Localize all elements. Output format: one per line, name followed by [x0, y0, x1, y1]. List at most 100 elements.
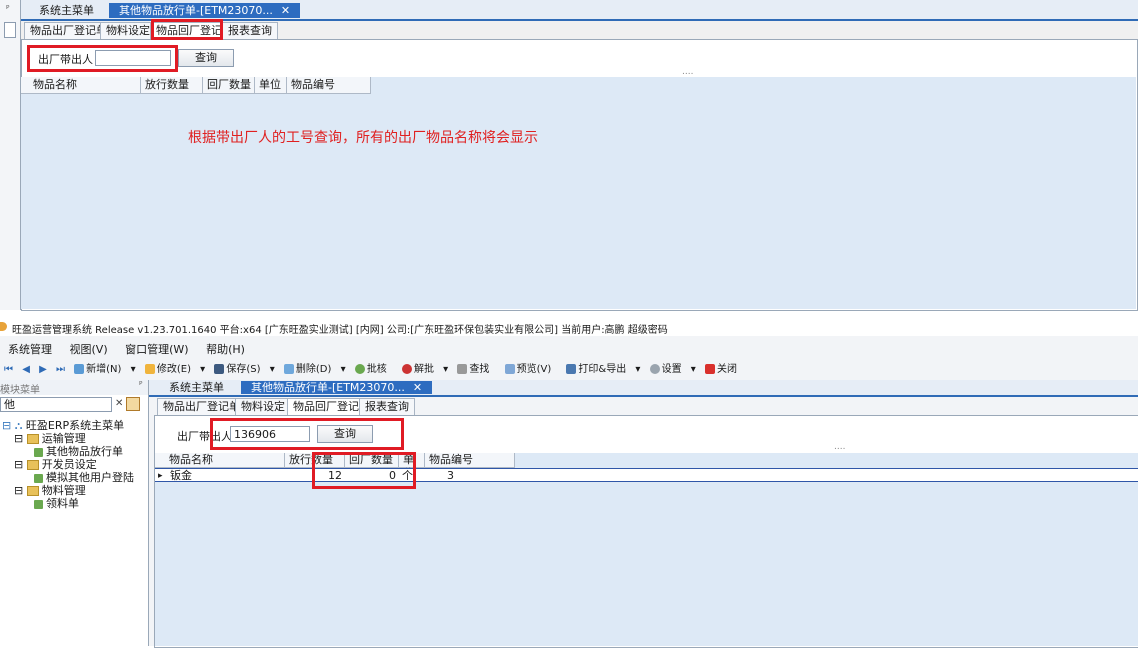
nav-next-icon[interactable]: ▶ [39, 364, 47, 375]
sidebar-header-label: 模块菜单 [0, 385, 40, 396]
tree-collapse-icon: ⊟ [14, 432, 27, 445]
row-item-code[interactable]: 3 [444, 469, 514, 483]
toolbar-save-label: 保存(S) [226, 364, 261, 375]
top-annotation-text: 根据带出厂人的工号查询，所有的出厂物品名称将会显示 [188, 130, 538, 146]
toolbar-edit-label: 修改(E) [156, 364, 191, 375]
toolbar-new-label: 新增(N) [86, 364, 122, 375]
top-subtab-outbound-label: 物品出厂登记单 [30, 24, 107, 37]
nav-prev-icon[interactable]: ◀ [22, 364, 30, 375]
top-tab-main-menu-label: 系统主菜单 [39, 4, 94, 17]
app-title-text: 旺盈运营管理系统 Release v1.23.701.1640 平台:x64 [… [12, 325, 668, 336]
module-sidebar: 模块菜单 ᴾ 他 ✕ ⊟ ⛬ 旺盈ERP系统主菜单 ⊟ 运输管理 其他物品放行单… [0, 380, 149, 646]
sidebar-user-icon[interactable] [126, 397, 140, 411]
top-col-item-code[interactable]: 物品编号 [287, 77, 371, 93]
toolbar-close-button[interactable]: 关闭 [705, 364, 743, 375]
sidebar-header: 模块菜单 ᴾ [0, 380, 148, 396]
toolbar-save-button[interactable]: 保存(S) ▾ [214, 364, 275, 375]
toolbar-new-button[interactable]: 新增(N) ▾ [74, 364, 136, 375]
bottom-subtab-outbound[interactable]: 物品出厂登记单 [157, 398, 246, 416]
bottom-col-item-code[interactable]: 物品编号 [425, 453, 515, 467]
top-subtab-report-label: 报表查询 [228, 24, 272, 37]
top-tab-main-menu[interactable]: 系统主菜单 [29, 3, 104, 18]
app-title-bar: 旺盈运营管理系统 Release v1.23.701.1640 平台:x64 [… [0, 318, 1138, 336]
nav-last-icon[interactable]: ⏭ [56, 364, 65, 375]
top-pin-icon[interactable]: ᴾ [6, 5, 9, 15]
bottom-splitter-dots[interactable]: .... [834, 442, 845, 452]
bottom-subtab-return[interactable]: 物品回厂登记 [287, 398, 365, 416]
bottom-tab-main-menu-label: 系统主菜单 [169, 381, 224, 394]
top-subtab-material[interactable]: 物料设定 [100, 22, 156, 40]
sidebar-search-clear-icon[interactable]: ✕ [115, 398, 123, 409]
top-highlight-subtab [151, 19, 223, 40]
top-tab-release-form-label: 其他物品放行单-[ETM23070... [119, 4, 273, 17]
top-col-item-name[interactable]: 物品名称 [29, 77, 141, 93]
top-splitter-dots[interactable]: .... [682, 67, 693, 77]
approve-icon [354, 364, 365, 374]
bottom-tab-close-icon[interactable]: ✕ [413, 381, 422, 394]
bottom-subtab-return-label: 物品回厂登记 [293, 400, 359, 413]
toolbar-settings-button[interactable]: 设置 ▾ [649, 364, 696, 375]
toolbar-preview-label: 预览(V) [516, 364, 552, 375]
top-tab-close-icon[interactable]: ✕ [281, 4, 290, 17]
menu-window[interactable]: 窗口管理(W) [125, 343, 188, 356]
edit-icon [144, 364, 155, 374]
top-doc-tabstrip: 系统主菜单 其他物品放行单-[ETM23070... ✕ [21, 0, 1138, 21]
toolbar-unapprove-button[interactable]: 解批 ▾ [402, 364, 448, 375]
preview-icon [504, 364, 515, 374]
sidebar-pin-icon[interactable]: ᴾ [139, 381, 142, 391]
toolbar-approve-label: 批核 [366, 364, 387, 375]
toolbar-edit-button[interactable]: 修改(E) ▾ [144, 364, 205, 375]
top-subtab-report[interactable]: 报表查询 [222, 22, 278, 40]
tree-collapse-icon: ⊟ [14, 484, 27, 497]
bottom-highlight-carrier [210, 418, 404, 450]
toolbar-preview-button[interactable]: 预览(V) [504, 364, 558, 375]
sidebar-search-input[interactable]: 他 [0, 397, 112, 412]
toolbar-find-button[interactable]: 查找 [457, 364, 495, 375]
top-tab-release-form[interactable]: 其他物品放行单-[ETM23070... ✕ [109, 3, 301, 18]
top-highlight-carrier [27, 45, 178, 72]
print-icon [566, 364, 577, 374]
find-icon [457, 364, 468, 374]
top-grid: 物品名称 放行数量 回厂数量 单位 物品编号 [21, 77, 1136, 309]
bottom-highlight-qty [312, 452, 416, 489]
bottom-subtab-outbound-label: 物品出厂登记单 [163, 400, 240, 413]
delete-icon [283, 364, 294, 374]
menu-system[interactable]: 系统管理 [8, 343, 52, 356]
toolbar-delete-button[interactable]: 删除(D) ▾ [283, 364, 346, 375]
top-col-return-qty[interactable]: 回厂数量 [203, 77, 255, 93]
bottom-grid: 物品名称 放行数量 回厂数量 单位 物品编号 ▸ 钣金 12 0 个 3 [155, 453, 1138, 646]
toolbar-approve-button[interactable]: 批核 [354, 364, 393, 375]
toolbar-print-label: 打印&导出 [578, 364, 627, 375]
new-icon [74, 364, 85, 374]
tree-collapse-icon: ⊟ [14, 458, 27, 471]
top-col-unit[interactable]: 单位 [255, 77, 287, 93]
close-icon [705, 364, 716, 374]
top-grid-header: 物品名称 放行数量 回厂数量 单位 物品编号 [21, 77, 371, 94]
top-screenshot: ᴾ 系统主菜单 其他物品放行单-[ETM23070... ✕ 物品出厂登记单 物料… [0, 0, 1138, 311]
top-col-release-qty[interactable]: 放行数量 [141, 77, 203, 93]
bottom-tab-main-menu[interactable]: 系统主菜单 [159, 381, 234, 394]
tree-requisition[interactable]: 领料单 [34, 495, 79, 511]
bottom-subtab-material-label: 物料设定 [241, 400, 285, 413]
menu-view[interactable]: 视图(V) [70, 343, 108, 356]
unapprove-icon [402, 364, 412, 374]
menu-help[interactable]: 帮助(H) [206, 343, 245, 356]
bottom-subtab-report-label: 报表查询 [365, 400, 409, 413]
bottom-tab-release-form-label: 其他物品放行单-[ETM23070... [251, 381, 405, 394]
toolbar: ⏮ ◀ ▶ ⏭ 新增(N) ▾ 修改(E) ▾ 保存(S) ▾ 删除(D) ▾ … [4, 360, 749, 375]
bottom-doc-tabstrip: 系统主菜单 其他物品放行单-[ETM23070... ✕ [149, 380, 1138, 397]
toolbar-delete-label: 删除(D) [295, 364, 332, 375]
row-item-name[interactable]: 钣金 [167, 469, 285, 483]
bottom-subtab-material[interactable]: 物料设定 [235, 398, 291, 416]
toolbar-settings-label: 设置 [661, 364, 682, 375]
top-subtab-material-label: 物料设定 [106, 24, 150, 37]
toolbar-print-button[interactable]: 打印&导出 ▾ [566, 364, 640, 375]
table-row[interactable]: ▸ 钣金 12 0 个 3 [155, 468, 1138, 482]
app-logo-icon [0, 322, 7, 331]
bottom-screenshot: 旺盈运营管理系统 Release v1.23.701.1640 平台:x64 [… [0, 318, 1138, 648]
bottom-subtab-report[interactable]: 报表查询 [359, 398, 415, 416]
nav-first-icon[interactable]: ⏮ [4, 364, 13, 375]
top-query-button[interactable]: 查询 [178, 49, 234, 67]
bottom-col-item-name[interactable]: 物品名称 [165, 453, 285, 467]
bottom-tab-release-form[interactable]: 其他物品放行单-[ETM23070... ✕ [241, 381, 433, 394]
